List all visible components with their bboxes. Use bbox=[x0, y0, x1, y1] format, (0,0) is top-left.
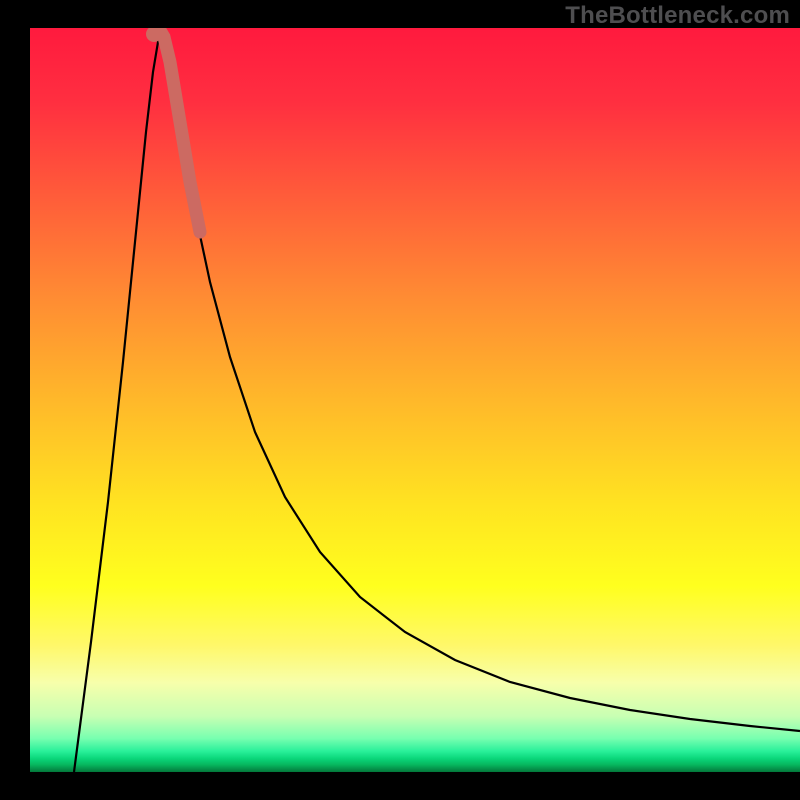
plot-area bbox=[30, 28, 800, 772]
watermark-label: TheBottleneck.com bbox=[565, 2, 790, 30]
highlight-stroke bbox=[161, 32, 200, 232]
chart-frame: TheBottleneck.com bbox=[0, 0, 800, 800]
curve-layer bbox=[30, 28, 800, 772]
